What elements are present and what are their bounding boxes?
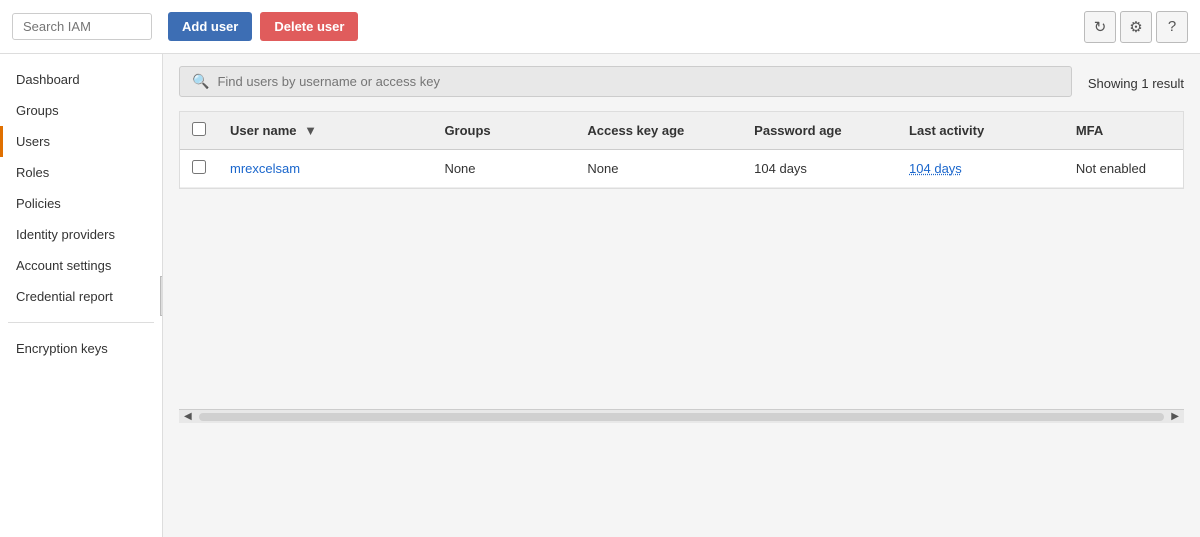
add-user-button[interactable]: Add user [168, 12, 252, 41]
col-access-key-age-label: Access key age [587, 123, 684, 138]
scroll-left-arrow[interactable]: ◀ [181, 411, 195, 422]
top-bar-actions: Add user Delete user [168, 12, 358, 41]
table-row: mrexcelsam None None 104 days 104 days [180, 150, 1183, 188]
access-key-age-value: None [587, 161, 618, 176]
sidebar-item-account-settings[interactable]: Account settings [0, 250, 162, 281]
search-icon: 🔍 [192, 73, 209, 90]
results-info: Showing 1 result [1088, 76, 1184, 91]
sidebar-item-encryption-keys[interactable]: Encryption keys [0, 333, 162, 364]
col-groups-label: Groups [444, 123, 490, 138]
col-last-activity-label: Last activity [909, 123, 984, 138]
top-bar-right: ↻ ⚙ ? [1084, 11, 1188, 43]
user-search-input[interactable] [217, 74, 1058, 89]
table-header-row: User name ▼ Groups Access key age Passwo… [180, 112, 1183, 150]
col-header-mfa: MFA [1064, 112, 1183, 150]
col-header-username[interactable]: User name ▼ [218, 112, 432, 150]
col-username-label: User name [230, 123, 296, 138]
scroll-right-arrow[interactable]: ▶ [1168, 411, 1182, 422]
password-age-value: 104 days [754, 161, 807, 176]
content-area: 🔍 Showing 1 result User name ▼ [163, 54, 1200, 537]
sidebar: Dashboard Groups Users Roles Policies Id… [0, 54, 163, 537]
help-icon: ? [1168, 18, 1176, 35]
col-header-last-activity: Last activity [897, 112, 1064, 150]
cell-last-activity: 104 days [897, 150, 1064, 188]
mfa-value: Not enabled [1076, 161, 1146, 176]
sidebar-item-users[interactable]: Users [0, 126, 162, 157]
sidebar-divider [8, 322, 154, 323]
sidebar-collapse-button[interactable]: ◀ [160, 276, 163, 316]
col-mfa-label: MFA [1076, 123, 1103, 138]
refresh-button[interactable]: ↻ [1084, 11, 1116, 43]
main-layout: Dashboard Groups Users Roles Policies Id… [0, 54, 1200, 537]
search-iam-input[interactable] [12, 13, 152, 40]
last-activity-link[interactable]: 104 days [909, 161, 962, 176]
gear-icon: ⚙ [1129, 18, 1142, 36]
scroll-track [199, 413, 1165, 421]
groups-value: None [444, 161, 475, 176]
settings-button[interactable]: ⚙ [1120, 11, 1152, 43]
sidebar-item-credential-report[interactable]: Credential report [0, 281, 162, 312]
select-all-header [180, 112, 218, 150]
col-header-password-age: Password age [742, 112, 897, 150]
top-bar: Add user Delete user ↻ ⚙ ? [0, 0, 1200, 54]
select-all-checkbox[interactable] [192, 122, 206, 136]
sidebar-item-groups[interactable]: Groups [0, 95, 162, 126]
row-checkbox[interactable] [192, 160, 206, 174]
help-button[interactable]: ? [1156, 11, 1188, 43]
username-link[interactable]: mrexcelsam [230, 161, 300, 176]
cell-mfa: Not enabled [1064, 150, 1183, 188]
sidebar-item-dashboard[interactable]: Dashboard [0, 64, 162, 95]
col-header-access-key-age: Access key age [575, 112, 742, 150]
user-search-bar: 🔍 [179, 66, 1072, 97]
refresh-icon: ↻ [1094, 18, 1107, 36]
col-header-groups: Groups [432, 112, 575, 150]
cell-password-age: 104 days [742, 150, 897, 188]
sort-arrow-icon: ▼ [304, 123, 317, 138]
row-checkbox-cell [180, 150, 218, 188]
sidebar-item-roles[interactable]: Roles [0, 157, 162, 188]
cell-groups: None [432, 150, 575, 188]
users-table: User name ▼ Groups Access key age Passwo… [180, 112, 1183, 188]
cell-username: mrexcelsam [218, 150, 432, 188]
horizontal-scrollbar[interactable]: ◀ ▶ [179, 409, 1184, 423]
users-table-wrapper: User name ▼ Groups Access key age Passwo… [179, 111, 1184, 189]
cell-access-key-age: None [575, 150, 742, 188]
sidebar-item-policies[interactable]: Policies [0, 188, 162, 219]
col-password-age-label: Password age [754, 123, 841, 138]
sidebar-item-identity-providers[interactable]: Identity providers [0, 219, 162, 250]
delete-user-button[interactable]: Delete user [260, 12, 358, 41]
